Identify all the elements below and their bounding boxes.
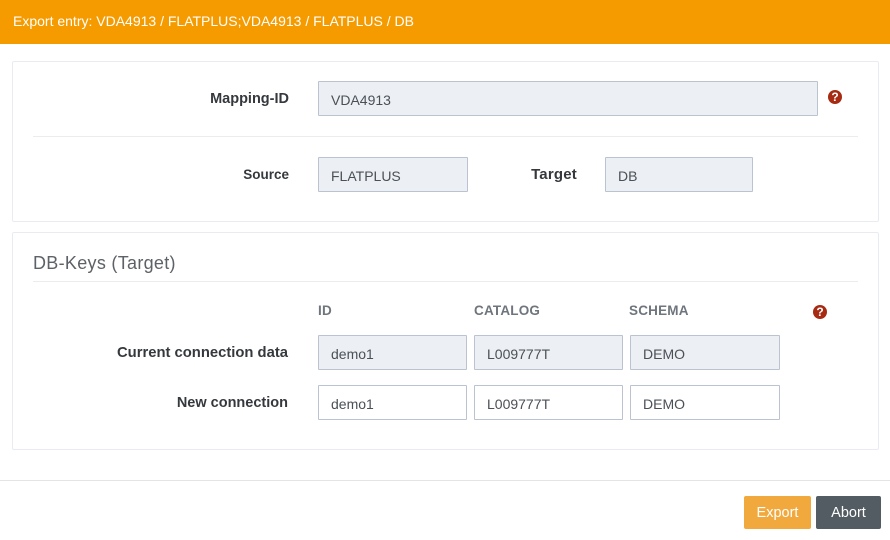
svg-text:?: ? xyxy=(816,305,823,319)
svg-text:?: ? xyxy=(831,90,838,104)
